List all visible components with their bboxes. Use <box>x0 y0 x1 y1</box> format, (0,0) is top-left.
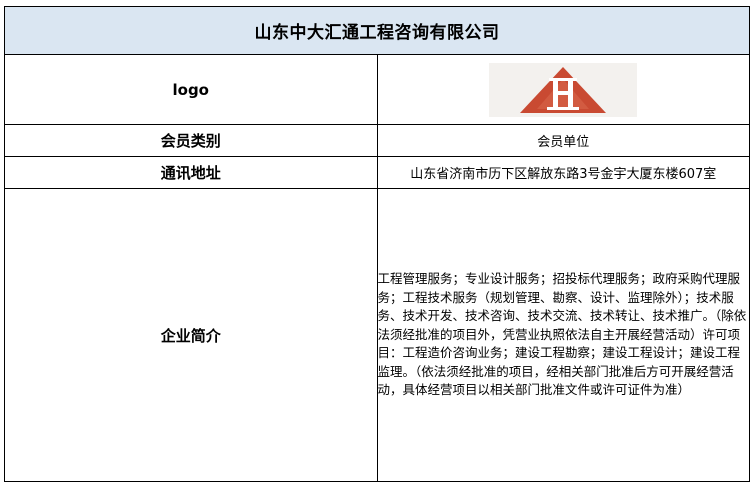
intro-value: 工程管理服务；专业设计服务；招投标代理服务；政府采购代理服务；工程技术服务（规划… <box>376 188 750 482</box>
logo-label: logo <box>4 54 378 125</box>
company-info-table: 山东中大汇通工程咨询有限公司 logo 会员类别 会员单位 通讯地址 山东省济南… <box>4 6 750 482</box>
address-row: 通讯地址 山东省济南市历下区解放东路3号金宇大厦东楼607室 <box>4 156 750 189</box>
triangle-h-logo-icon <box>489 62 638 117</box>
member-type-label: 会员类别 <box>4 124 378 157</box>
member-type-row: 会员类别 会员单位 <box>4 124 750 157</box>
intro-label: 企业简介 <box>4 188 378 482</box>
intro-row: 企业简介 工程管理服务；专业设计服务；招投标代理服务；政府采购代理服务；工程技术… <box>4 188 750 482</box>
member-type-value: 会员单位 <box>376 124 750 157</box>
logo-cell <box>376 54 750 125</box>
company-title: 山东中大汇通工程咨询有限公司 <box>4 6 750 55</box>
logo-row: logo <box>4 54 750 125</box>
address-value: 山东省济南市历下区解放东路3号金宇大厦东楼607室 <box>376 156 750 189</box>
title-row: 山东中大汇通工程咨询有限公司 <box>4 6 750 55</box>
address-label: 通讯地址 <box>4 156 378 189</box>
